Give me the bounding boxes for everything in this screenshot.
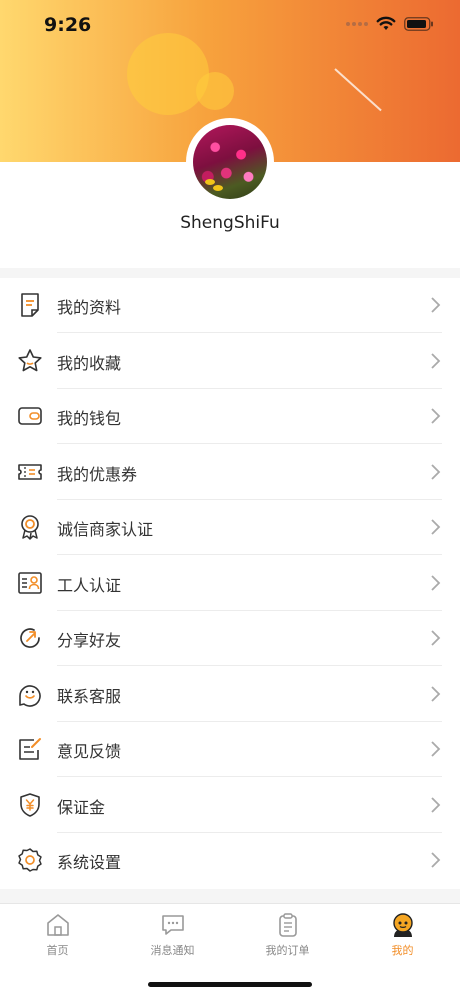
tab-me[interactable]: 我的	[345, 912, 460, 958]
tab-home[interactable]: 首页	[0, 912, 115, 958]
menu-item-label: 我的钱包	[57, 409, 122, 428]
decor-streak	[334, 68, 382, 112]
tab-label: 首页	[46, 944, 69, 957]
menu-item-label: 工人认证	[57, 575, 122, 595]
tab-label: 我的	[391, 944, 414, 957]
chevron-right-icon	[431, 352, 441, 369]
avatar-flower-detail	[213, 185, 223, 191]
avatar[interactable]	[193, 125, 267, 199]
menu-item-label: 系统设置	[57, 853, 122, 872]
chevron-right-icon	[431, 519, 441, 535]
status-time: 9:26	[44, 14, 92, 36]
profile-face-icon	[392, 913, 413, 937]
id-card-icon	[18, 571, 42, 594]
username: ShengShiFu	[180, 213, 280, 233]
star-icon	[18, 348, 42, 371]
menu-item-merchant-certification[interactable]: 诚信商家认证	[0, 500, 460, 555]
menu-item-coupons[interactable]: 我的优惠券	[0, 445, 460, 500]
home-indicator	[148, 982, 312, 987]
menu-item-worker-certification[interactable]: 工人认证	[0, 556, 460, 611]
menu-list: 我的资料 我的收藏 我的钱包 我的优惠券 诚信商家认证 工人认证 分享好友 联系…	[0, 278, 460, 889]
signal-dots-icon	[346, 21, 368, 26]
menu-item-feedback[interactable]: 意见反馈	[0, 722, 460, 777]
menu-item-customer-service[interactable]: 联系客服	[0, 667, 460, 722]
chevron-right-icon	[431, 685, 441, 702]
menu-item-label: 我的收藏	[57, 353, 122, 373]
avatar-flower-detail	[205, 179, 215, 185]
menu-item-wallet[interactable]: 我的钱包	[0, 389, 460, 444]
menu-item-label: 保证金	[57, 797, 106, 817]
badge-icon	[21, 515, 39, 540]
share-icon	[20, 628, 40, 648]
wifi-icon	[376, 16, 396, 30]
feedback-icon	[19, 738, 41, 760]
tab-messages[interactable]: 消息通知	[115, 912, 230, 958]
tab-label: 消息通知	[150, 944, 195, 957]
decor-bubble-small	[196, 72, 234, 110]
chevron-right-icon	[431, 463, 441, 480]
gear-icon	[18, 848, 42, 872]
home-icon	[46, 914, 69, 936]
wallet-icon	[18, 407, 42, 425]
menu-item-label: 我的资料	[57, 298, 122, 317]
chevron-right-icon	[431, 741, 441, 757]
shield-yen-icon	[20, 792, 40, 817]
chevron-right-icon	[431, 574, 441, 591]
chevron-right-icon	[431, 796, 441, 813]
message-icon	[161, 915, 184, 935]
menu-item-share-friends[interactable]: 分享好友	[0, 611, 460, 666]
menu-item-label: 意见反馈	[57, 742, 122, 761]
menu-item-my-profile[interactable]: 我的资料	[0, 278, 460, 333]
clipboard-icon	[278, 913, 297, 937]
document-icon	[21, 293, 39, 317]
menu-item-label: 联系客服	[57, 686, 122, 706]
tab-orders[interactable]: 我的订单	[230, 912, 345, 958]
battery-icon	[404, 16, 433, 31]
status-bar: 9:26	[0, 0, 460, 50]
chevron-right-icon	[431, 408, 441, 424]
menu-item-label: 分享好友	[57, 631, 122, 650]
menu-item-label: 诚信商家认证	[57, 520, 154, 539]
menu-item-deposit[interactable]: 保证金	[0, 778, 460, 833]
tab-label: 我的订单	[265, 944, 310, 957]
coupon-icon	[18, 463, 42, 480]
chevron-right-icon	[431, 630, 441, 646]
menu-item-label: 我的优惠券	[57, 464, 138, 484]
smile-icon	[19, 684, 41, 707]
chevron-right-icon	[431, 297, 441, 313]
menu-item-favorites[interactable]: 我的收藏	[0, 334, 460, 389]
chevron-right-icon	[431, 852, 441, 868]
menu-item-settings[interactable]: 系统设置	[0, 833, 460, 888]
